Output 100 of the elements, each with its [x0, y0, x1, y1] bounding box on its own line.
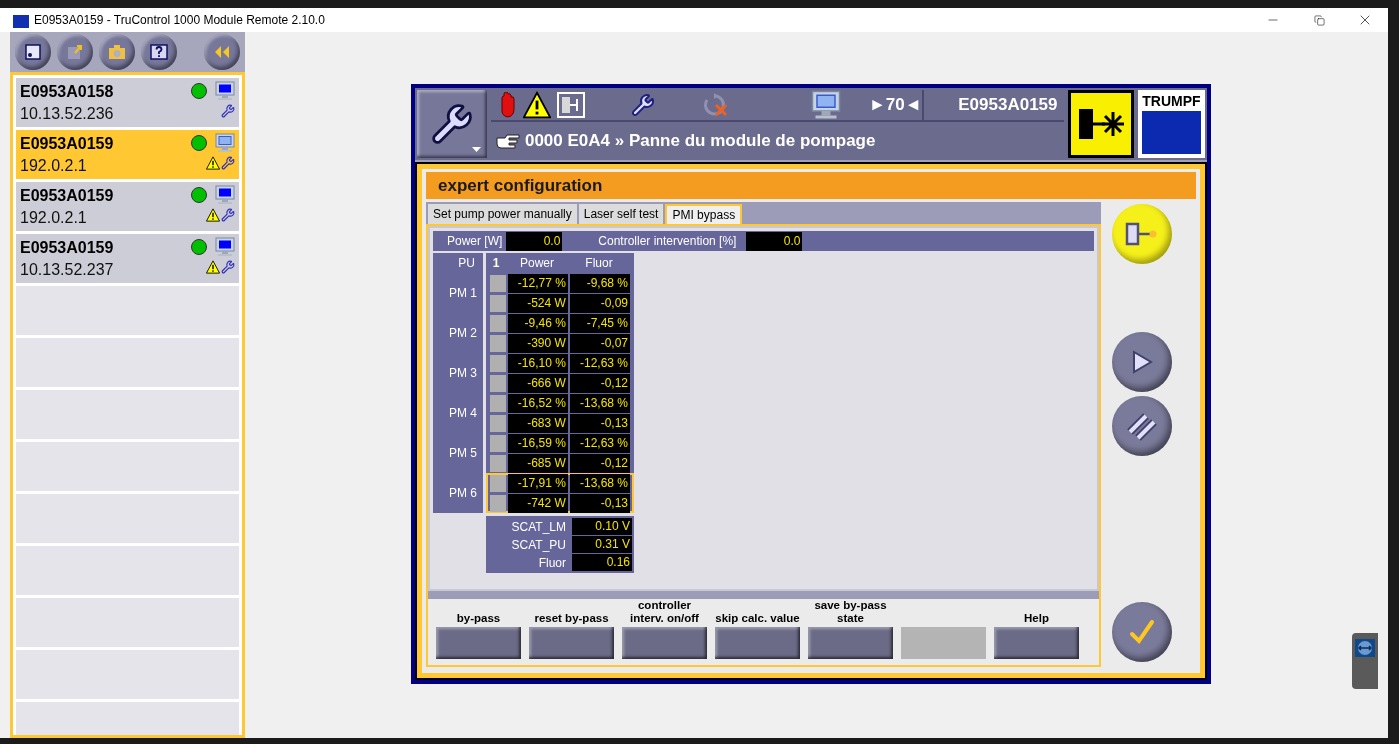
warning-icon — [206, 260, 220, 274]
module-row[interactable]: -12,77 % -9,68 % -524 W -0,09 — [486, 273, 634, 313]
value-cell: -666 W — [507, 373, 568, 393]
export-icon — [67, 44, 83, 60]
action-button[interactable] — [622, 627, 707, 659]
machine-ip: 192.0.2.1 — [20, 156, 88, 176]
double-arrow-icon — [1355, 639, 1375, 657]
action-button[interactable] — [715, 627, 800, 659]
bypass-checkbox[interactable] — [490, 494, 506, 512]
double-chevron-left-icon — [214, 45, 230, 59]
bypass-checkbox[interactable] — [490, 434, 506, 452]
column-header: PU — [457, 255, 476, 272]
value-cell: -7,45 % — [569, 313, 630, 333]
module-label: PM 2 — [449, 325, 477, 342]
tab[interactable]: PMI bypass — [665, 204, 743, 224]
caret-icon — [471, 147, 481, 152]
machine-ip: 10.13.52.236 — [20, 104, 114, 124]
machine-name: E0953A0158 — [20, 82, 114, 102]
value-cell: -16,52 % — [507, 393, 568, 413]
bypass-checkbox[interactable] — [490, 394, 506, 412]
module-label: PM 5 — [449, 445, 477, 462]
machine-item[interactable]: E0953A0159 10.13.52.237 — [16, 234, 239, 283]
value-cell: -0,13 — [569, 413, 630, 433]
exit-door-icon — [556, 92, 585, 118]
wrench-icon — [221, 260, 235, 274]
module-label: PM 1 — [449, 285, 477, 302]
action-button[interactable] — [529, 627, 614, 659]
monitor-icon — [215, 133, 235, 153]
bypass-checkbox[interactable] — [490, 334, 506, 352]
warning-icon — [206, 208, 220, 222]
button-label: controller interv. on/off — [629, 599, 700, 625]
machine-name: E0953A0159 — [20, 186, 114, 206]
error-message: 0000 E0A4 » Panne du module de pompage — [524, 130, 876, 153]
module-row[interactable]: -16,52 % -13,68 % -683 W -0,13 — [486, 393, 634, 433]
wrench-icon — [221, 104, 235, 118]
module-row[interactable]: -16,10 % -12,63 % -666 W -0,12 — [486, 353, 634, 393]
scat-label: Fluor — [538, 554, 566, 572]
play-icon — [1131, 350, 1153, 374]
button-label: skip calc. value — [715, 612, 800, 625]
value-cell: -16,59 % — [507, 433, 568, 453]
button-label: Help — [1024, 612, 1049, 625]
bypass-checkbox[interactable] — [490, 314, 506, 332]
scat-label: SCAT_PU — [511, 536, 566, 554]
module-row[interactable]: -9,46 % -7,45 % -390 W -0,07 — [486, 313, 634, 353]
confirm-button[interactable] — [1112, 602, 1172, 662]
help-button[interactable] — [141, 34, 177, 70]
remote-control-tab[interactable] — [1352, 633, 1378, 689]
value-cell: -0,07 — [569, 333, 630, 353]
pause-button[interactable] — [1112, 396, 1172, 456]
camera-button[interactable] — [99, 34, 135, 70]
laser-button[interactable] — [1112, 204, 1172, 264]
value-cell: -683 W — [507, 413, 568, 433]
bypass-checkbox[interactable] — [490, 454, 506, 472]
module-label: PM 6 — [449, 485, 477, 502]
pointing-hand-icon — [494, 131, 521, 151]
module-row[interactable]: -17,91 % -13,68 % -742 W -0,13 — [486, 473, 634, 513]
action-button[interactable] — [808, 627, 893, 659]
play-button[interactable] — [1112, 332, 1172, 392]
machine-item[interactable]: E0953A0158 10.13.52.236 — [16, 78, 239, 127]
wrench-icon — [221, 208, 235, 222]
value-cell: -12,63 % — [569, 353, 630, 373]
value-cell: -390 W — [507, 333, 568, 353]
module-row[interactable]: -16,59 % -12,63 % -685 W -0,12 — [486, 433, 634, 473]
export-button[interactable] — [57, 34, 93, 70]
column-header: Fluor — [584, 255, 614, 272]
monitor-icon — [215, 237, 235, 257]
bypass-checkbox[interactable] — [490, 274, 506, 292]
bypass-checkbox[interactable] — [490, 414, 506, 432]
machine-item[interactable]: E0953A0159 192.0.2.1 — [16, 130, 239, 179]
column-header: 1 — [491, 255, 501, 272]
bypass-checkbox[interactable] — [490, 354, 506, 372]
wrench-icon — [221, 156, 235, 170]
save-button[interactable] — [15, 34, 51, 70]
button-label: by-pass — [456, 612, 501, 625]
tab[interactable]: Set pump power manually — [428, 204, 577, 224]
bypass-checkbox[interactable] — [490, 474, 506, 492]
machine-item[interactable]: E0953A0159 192.0.2.1 — [16, 182, 239, 231]
value-cell: -12,77 % — [507, 273, 568, 293]
laser-module-icon — [1125, 222, 1159, 246]
intervention-value: 0.0 — [746, 231, 803, 251]
scat-value: 0.16 — [572, 554, 632, 571]
bypass-checkbox[interactable] — [490, 294, 506, 312]
tab[interactable]: Laser self test — [578, 204, 664, 224]
value-cell: -742 W — [507, 493, 568, 513]
collapse-button[interactable] — [204, 34, 240, 70]
machine-name: E0953A0159 — [20, 238, 114, 258]
scat-value: 0.31 V — [572, 536, 632, 553]
action-button[interactable] — [436, 627, 521, 659]
intervention-label: Controller intervention [%] — [598, 233, 737, 250]
laser-warning-icon — [1067, 90, 1134, 158]
machine-ip: 10.13.52.237 — [20, 260, 114, 280]
tools-menu-button[interactable] — [417, 90, 487, 158]
wrench-icon — [630, 93, 655, 117]
action-button[interactable] — [994, 627, 1079, 659]
value-cell: -16,10 % — [507, 353, 568, 373]
column-header: Power — [519, 255, 555, 272]
power-label: Power [W] — [447, 233, 503, 250]
warning-icon — [522, 91, 551, 119]
window-title: E0953A0159 - TruControl 1000 Module Remote 2.10.0 — [34, 12, 325, 29]
bypass-checkbox[interactable] — [490, 374, 506, 392]
